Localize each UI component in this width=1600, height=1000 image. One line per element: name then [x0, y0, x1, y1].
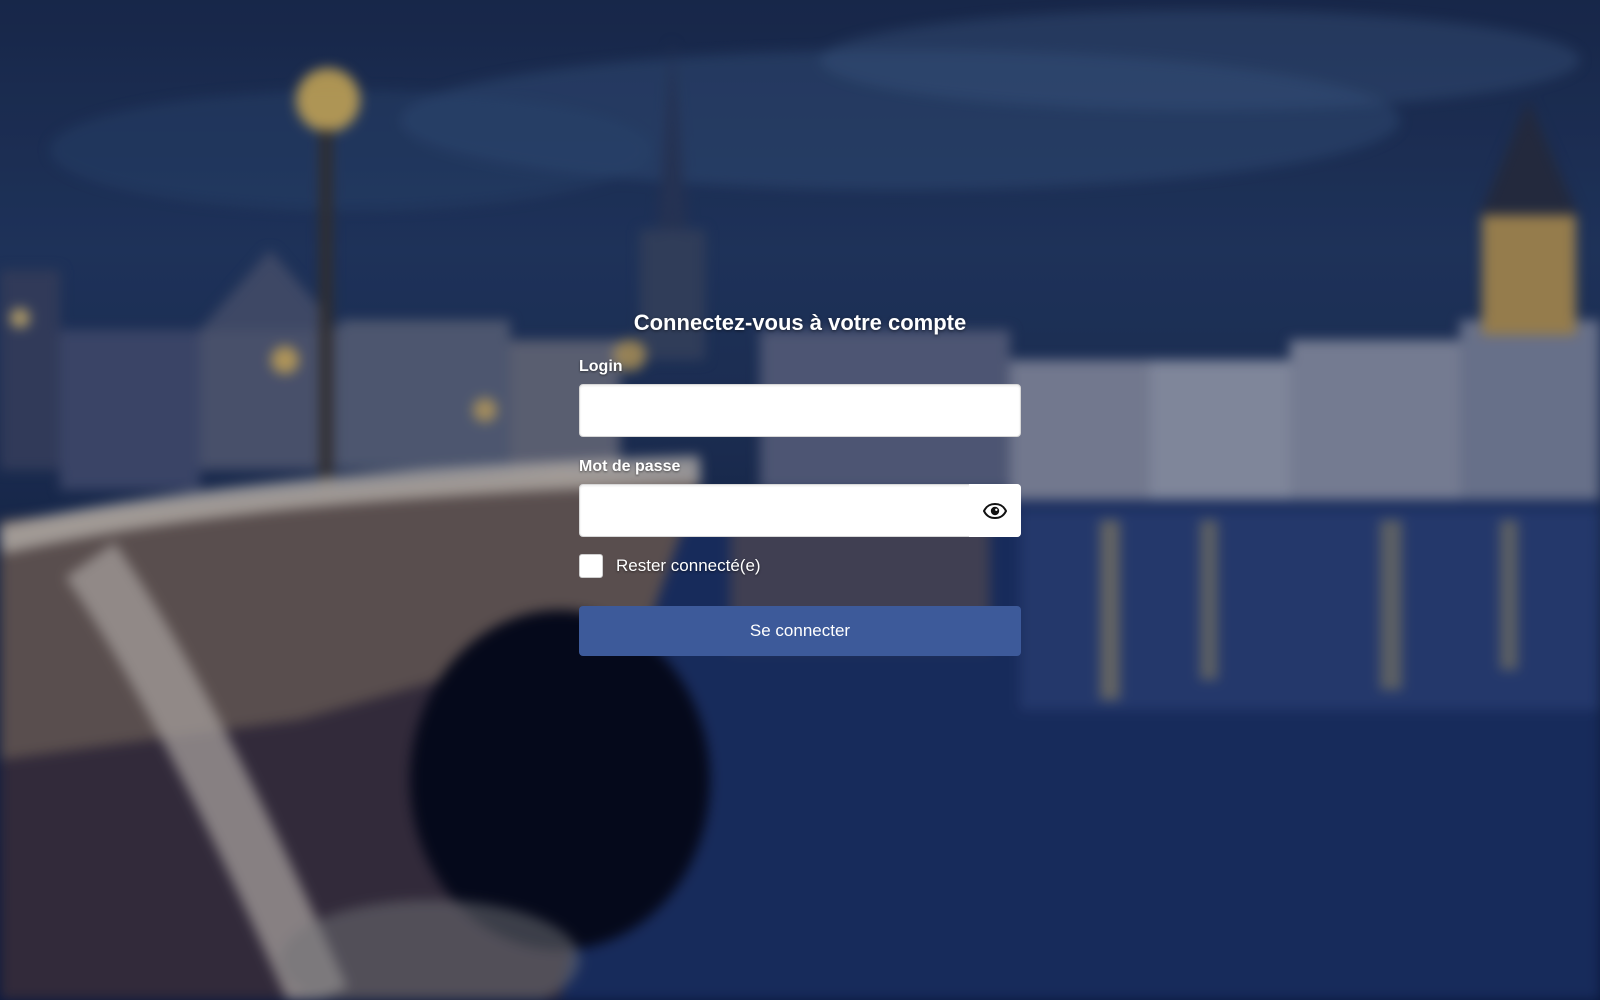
login-label: Login [579, 358, 623, 375]
password-input[interactable] [579, 484, 1021, 537]
eye-icon [983, 502, 1007, 519]
remember-me-label[interactable]: Rester connecté(e) [616, 556, 761, 576]
login-button[interactable]: Se connecter [579, 606, 1021, 656]
remember-me-checkbox[interactable] [579, 554, 603, 578]
remember-me-row: Rester connecté(e) [579, 554, 1021, 578]
page-title: Connectez-vous à votre compte [633, 310, 967, 335]
login-panel: Connectez-vous à votre compte Login Mot … [579, 310, 1021, 656]
password-field-wrapper [579, 484, 1021, 537]
password-label: Mot de passe [579, 458, 681, 475]
show-password-toggle[interactable] [969, 484, 1021, 537]
login-field-wrapper [579, 384, 1021, 437]
login-input[interactable] [579, 384, 1021, 437]
